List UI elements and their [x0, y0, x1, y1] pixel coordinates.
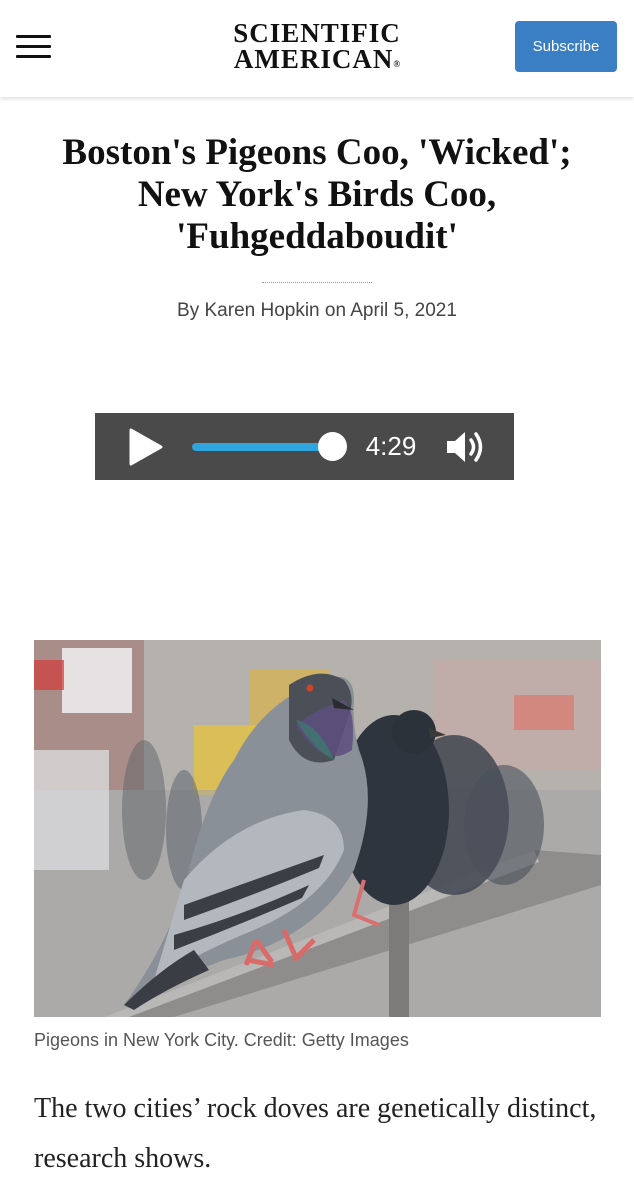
- logo-line-1: SCIENTIFIC: [233, 18, 401, 48]
- site-logo[interactable]: SCIENTIFIC AMERICAN®: [200, 20, 434, 77]
- hamburger-menu-icon[interactable]: [16, 35, 51, 59]
- article-lead: The two cities’ rock doves are genetical…: [34, 1093, 597, 1174]
- article-photo: [34, 640, 601, 1017]
- site-header: SCIENTIFIC AMERICAN® Subscribe: [0, 0, 634, 97]
- audio-duration: 4:29: [365, 431, 417, 461]
- audio-progress-bar[interactable]: [192, 443, 334, 451]
- volume-icon[interactable]: [444, 427, 488, 467]
- logo-line-2: AMERICAN®: [233, 44, 401, 74]
- subscribe-button[interactable]: Subscribe: [515, 21, 617, 72]
- article-byline: By Karen Hopkin on April 5, 2021: [177, 300, 457, 321]
- article-headline: Boston's Pigeons Coo, 'Wicked'; New York…: [62, 132, 572, 257]
- play-icon[interactable]: [125, 427, 165, 467]
- registered-mark: ®: [393, 59, 401, 69]
- audio-seek-handle[interactable]: [318, 432, 347, 461]
- photo-caption: Pigeons in New York City. Credit: Getty …: [34, 1030, 409, 1050]
- audio-player: 4:29: [95, 413, 514, 480]
- headline-divider: [262, 282, 372, 283]
